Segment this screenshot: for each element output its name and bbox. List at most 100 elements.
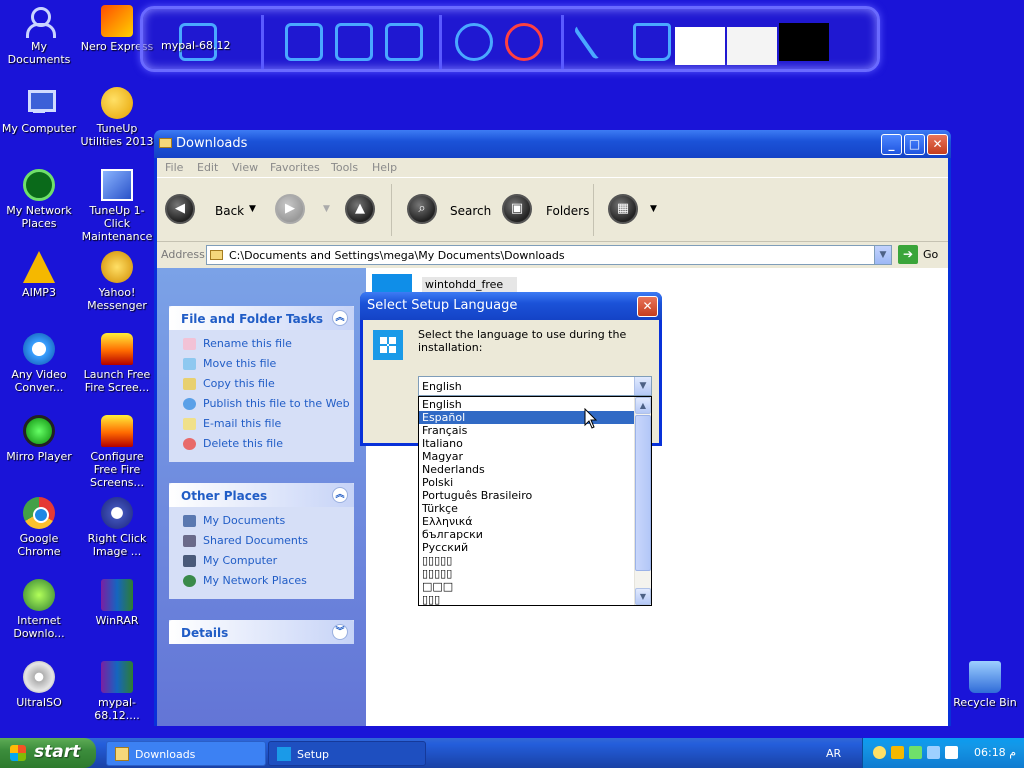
window-thumbnail[interactable]: [727, 27, 777, 65]
desktop-icon-mirro-player[interactable]: Mirro Player: [0, 415, 78, 463]
rename-file-link[interactable]: Rename this file: [181, 336, 354, 356]
language-option[interactable]: Türkçe: [419, 502, 635, 515]
desktop-icon-any-video-converter[interactable]: Any Video Conver...: [0, 333, 78, 394]
language-option[interactable]: Italiano: [419, 437, 635, 450]
internet-explorer-icon[interactable]: [455, 23, 493, 61]
move-file-link[interactable]: Move this file: [181, 356, 354, 376]
close-button[interactable]: ✕: [927, 134, 948, 155]
collapse-icon[interactable]: ︽: [332, 310, 348, 326]
panel-header[interactable]: Other Places ︽: [169, 483, 354, 507]
window-thumbnail[interactable]: [779, 23, 829, 61]
explorer-titlebar[interactable]: Downloads _ □ ✕: [154, 130, 951, 158]
language-select[interactable]: English ▼: [418, 376, 652, 396]
my-network-places-link[interactable]: My Network Places: [181, 573, 354, 593]
language-option[interactable]: Français: [419, 424, 635, 437]
music-folder-icon[interactable]: [385, 23, 423, 61]
desktop-icon-yahoo-messenger[interactable]: Yahoo! Messenger: [78, 251, 156, 312]
desktop-icon-tuneup-1-click[interactable]: TuneUp 1-Click Maintenance: [78, 169, 156, 243]
language-option[interactable]: ▯▯▯▯▯: [419, 554, 635, 567]
menu-edit[interactable]: Edit: [197, 161, 218, 174]
chevron-down-icon[interactable]: ▼: [634, 377, 651, 395]
taskbar-item-setup[interactable]: Setup: [268, 741, 426, 766]
scrollbar[interactable]: ▲ ▼: [634, 397, 651, 605]
expand-icon[interactable]: ︾: [332, 624, 348, 640]
shared-documents-link[interactable]: Shared Documents: [181, 533, 354, 553]
volume-tray-icon[interactable]: [945, 746, 958, 759]
clock[interactable]: 06:18 م: [974, 746, 1016, 759]
desktop-icon-aimp3[interactable]: AIMP3: [0, 251, 78, 299]
desktop-icon-internet-download-manager[interactable]: Internet Downlo...: [0, 579, 78, 640]
tools-icon[interactable]: [573, 23, 603, 61]
language-indicator[interactable]: AR: [826, 747, 841, 760]
go-label[interactable]: Go: [923, 248, 938, 261]
tuneup-tray-icon[interactable]: [891, 746, 904, 759]
views-button[interactable]: ▦: [608, 194, 638, 224]
forward-dropdown-icon[interactable]: ▼: [323, 204, 330, 214]
language-option[interactable]: Ελληνικά: [419, 515, 635, 528]
forward-button[interactable]: ▶: [275, 194, 305, 224]
desktop-icon-ultraiso[interactable]: UltraISO: [0, 661, 78, 709]
language-option[interactable]: English: [419, 398, 635, 411]
messenger-tray-icon[interactable]: [873, 746, 886, 759]
copy-file-link[interactable]: Copy this file: [181, 376, 354, 396]
collapse-icon[interactable]: ︽: [332, 487, 348, 503]
user-folder-icon[interactable]: [285, 23, 323, 61]
media-player-icon[interactable]: [505, 23, 543, 61]
desktop-icon-mypal[interactable]: mypal-68.12....: [78, 661, 156, 722]
scroll-down-button[interactable]: ▼: [635, 588, 651, 605]
my-documents-link[interactable]: My Documents: [181, 513, 354, 533]
dialog-titlebar[interactable]: Select Setup Language ✕: [360, 292, 662, 320]
language-option[interactable]: Español: [419, 411, 635, 424]
desktop-icon-recycle-bin[interactable]: Recycle Bin: [946, 661, 1024, 709]
up-folder-button[interactable]: ▲: [345, 194, 375, 224]
desktop-icon-my-network-places[interactable]: My Network Places: [0, 169, 78, 230]
language-option[interactable]: ▯▯▯: [419, 593, 635, 606]
language-option[interactable]: Magyar: [419, 450, 635, 463]
delete-file-link[interactable]: Delete this file: [181, 436, 354, 456]
network-tray-icon[interactable]: [909, 746, 922, 759]
language-option[interactable]: Русский: [419, 541, 635, 554]
scroll-thumb[interactable]: [635, 415, 651, 571]
minimize-button[interactable]: _: [881, 134, 902, 155]
bluetooth-tray-icon[interactable]: [927, 746, 940, 759]
maximize-button[interactable]: □: [904, 134, 925, 155]
taskbar-item-downloads[interactable]: Downloads: [106, 741, 266, 766]
language-option[interactable]: ▯▯▯▯▯: [419, 567, 635, 580]
desktop-icon-my-computer[interactable]: My Computer: [0, 87, 78, 135]
back-dropdown-icon[interactable]: ▼: [249, 204, 256, 214]
desktop-icon-google-chrome[interactable]: Google Chrome: [0, 497, 78, 558]
language-option[interactable]: Polski: [419, 476, 635, 489]
folders-button[interactable]: ▣: [502, 194, 532, 224]
email-file-link[interactable]: E-mail this file: [181, 416, 354, 436]
publish-file-link[interactable]: Publish this file to the Web: [181, 396, 354, 416]
desktop-icon-tuneup-utilities[interactable]: TuneUp Utilities 2013: [78, 87, 156, 148]
views-dropdown-icon[interactable]: ▼: [650, 204, 657, 214]
language-option[interactable]: Nederlands: [419, 463, 635, 476]
language-option[interactable]: Português Brasileiro: [419, 489, 635, 502]
panel-header[interactable]: File and Folder Tasks ︽: [169, 306, 354, 330]
picture-folder-icon[interactable]: [335, 23, 373, 61]
chevron-down-icon[interactable]: ▼: [874, 246, 891, 264]
search-button[interactable]: ⌕: [407, 194, 437, 224]
menu-favorites[interactable]: Favorites: [270, 161, 320, 174]
my-computer-link[interactable]: My Computer: [181, 553, 354, 573]
menu-file[interactable]: File: [165, 161, 183, 174]
desktop-icon-my-documents[interactable]: My Documents: [0, 5, 78, 66]
menu-tools[interactable]: Tools: [331, 161, 358, 174]
start-button[interactable]: start: [0, 738, 96, 768]
desktop-icon-configure-free-fire[interactable]: Configure Free Fire Screens...: [78, 415, 156, 489]
address-input[interactable]: C:\Documents and Settings\mega\My Docume…: [206, 245, 892, 265]
recycle-bin-icon[interactable]: [633, 23, 671, 61]
panel-header[interactable]: Details ︾: [169, 620, 354, 644]
window-thumbnail[interactable]: [675, 27, 725, 65]
go-button[interactable]: ➔: [898, 245, 918, 264]
desktop-icon-winrar[interactable]: WinRAR: [78, 579, 156, 627]
language-option[interactable]: български: [419, 528, 635, 541]
menu-view[interactable]: View: [232, 161, 258, 174]
desktop-icon-launch-free-fire[interactable]: Launch Free Fire Scree...: [78, 333, 156, 394]
menu-help[interactable]: Help: [372, 161, 397, 174]
scroll-up-button[interactable]: ▲: [635, 397, 651, 414]
dialog-close-button[interactable]: ✕: [637, 296, 658, 317]
desktop-icon-right-click-image[interactable]: Right Click Image ...: [78, 497, 156, 558]
language-option[interactable]: □□□: [419, 580, 635, 593]
